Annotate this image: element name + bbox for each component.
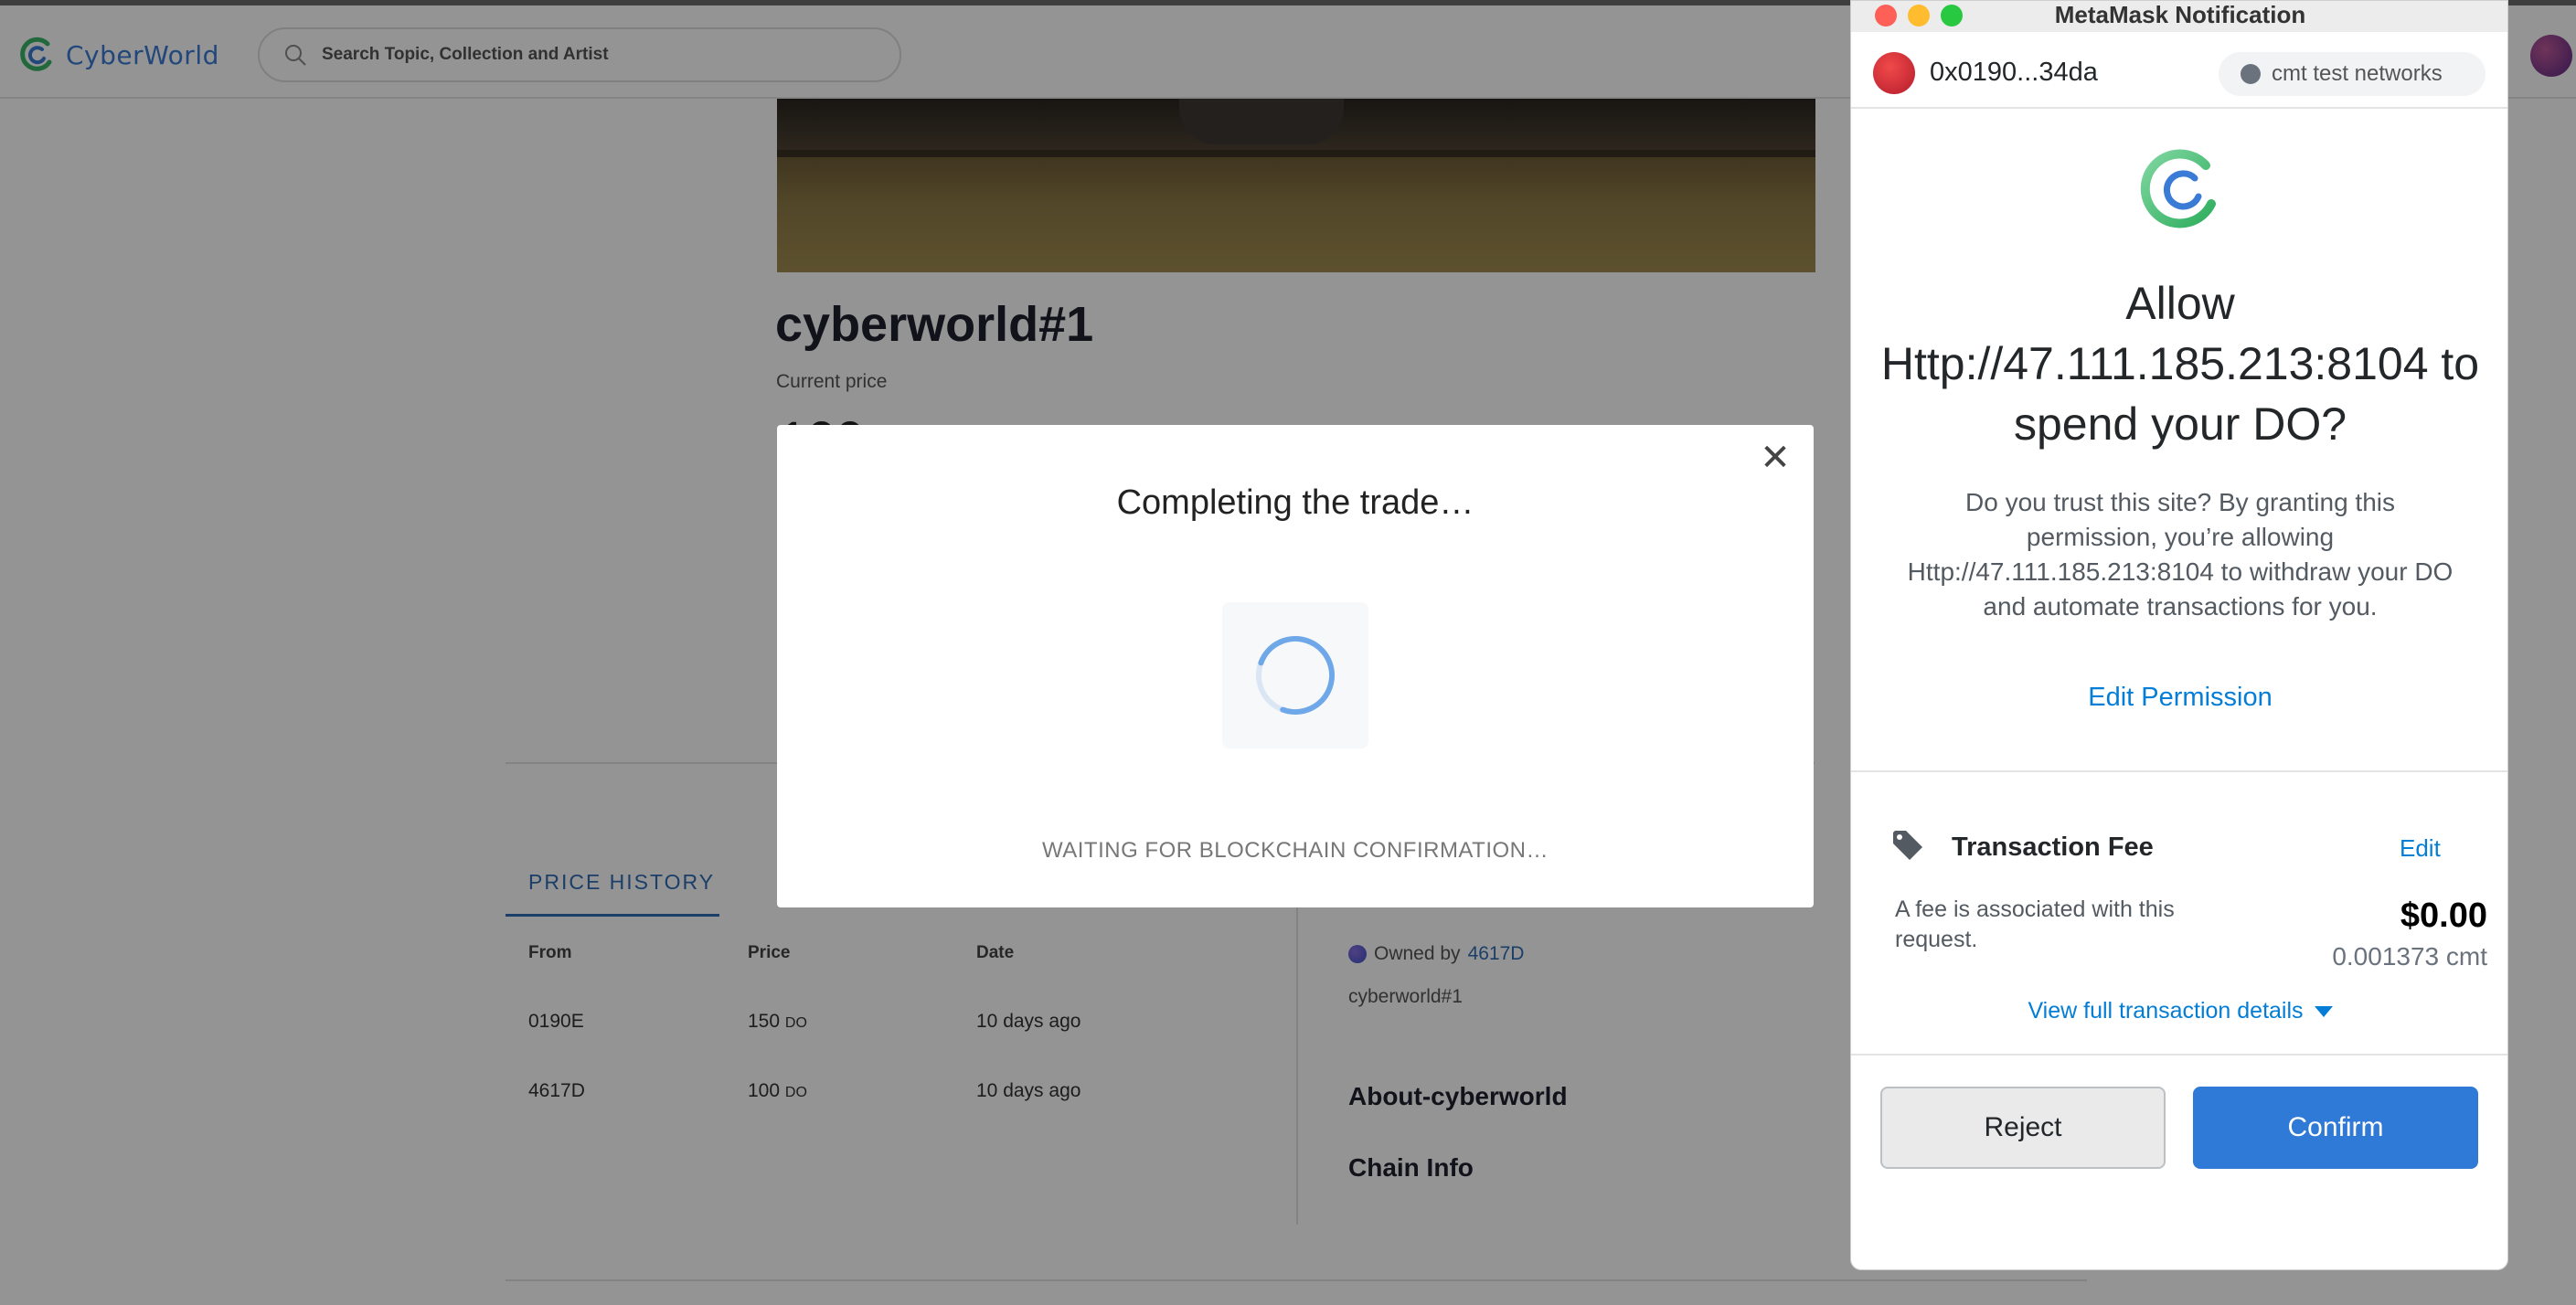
permission-description: Do you trust this site? By granting this… <box>1907 488 2454 621</box>
section-separator <box>1851 770 2507 772</box>
network-label: cmt test networks <box>2272 61 2443 86</box>
confirm-button[interactable]: Confirm <box>2193 1087 2478 1169</box>
loading-spinner <box>1222 602 1368 748</box>
modal-status: WAITING FOR BLOCKCHAIN CONFIRMATION… <box>1041 838 1549 863</box>
network-icon <box>2241 64 2261 84</box>
close-icon[interactable]: ✕ <box>1757 440 1794 476</box>
fee-cmt-amount: 0.001373 cmt <box>2332 942 2487 971</box>
trade-modal: ✕ Completing the trade… WAITING FOR BLOC… <box>777 425 1814 907</box>
modal-title: Completing the trade… <box>1116 483 1474 522</box>
fee-description: A fee is associated with this request. <box>1895 897 2175 952</box>
caret-down-icon <box>2314 1006 2333 1018</box>
network-selector[interactable]: cmt test networks <box>2219 52 2486 96</box>
view-details-label: View full transaction details <box>2028 998 2304 1024</box>
reject-button[interactable]: Reject <box>1880 1087 2166 1169</box>
metamask-window: MetaMask Notification 0x0190...34da cmt … <box>1850 0 2508 1270</box>
edit-permission-link[interactable]: Edit Permission <box>1851 683 2507 713</box>
window-titlebar: MetaMask Notification <box>1851 1 2507 32</box>
tag-icon <box>1891 829 1924 866</box>
spinner-icon <box>1256 636 1335 715</box>
permission-heading: Allow Http://47.111.185.213:8104 to spen… <box>1880 278 2480 450</box>
fee-usd-amount: $0.00 <box>2400 897 2487 935</box>
site-logo-icon <box>2134 145 2226 241</box>
account-row: 0x0190...34da cmt test networks <box>1851 32 2507 109</box>
window-title: MetaMask Notification <box>2054 1 2306 28</box>
transaction-fee-title: Transaction Fee <box>1952 833 2154 862</box>
view-details-link[interactable]: View full transaction details <box>1851 998 2507 1024</box>
account-avatar <box>1873 52 1915 94</box>
section-separator <box>1851 1054 2507 1056</box>
fee-edit-link[interactable]: Edit <box>2400 834 2441 863</box>
account-address: 0x0190...34da <box>1930 58 2098 87</box>
